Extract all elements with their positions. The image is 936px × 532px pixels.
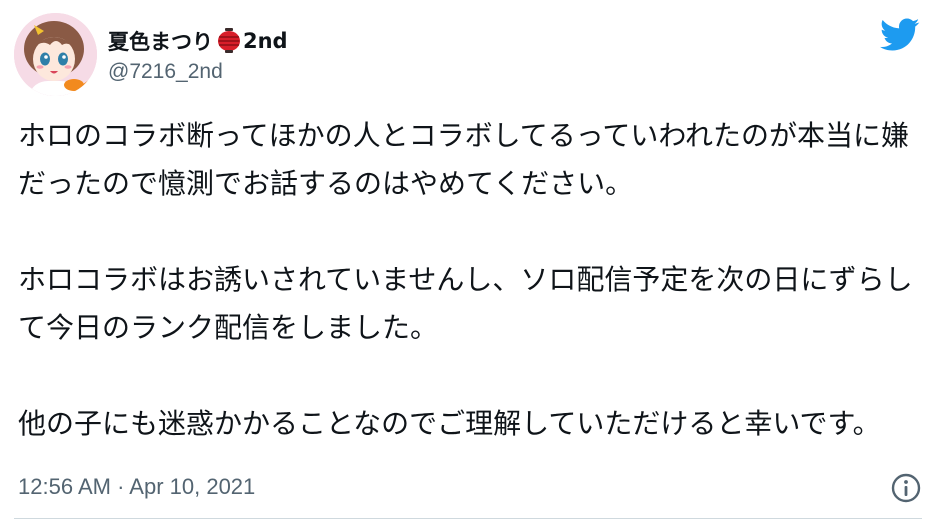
tweet-card: 夏色まつり 2nd @7216_2nd ホロのコラボ断ってほかの人とコラボしてる…: [0, 0, 936, 532]
tweet-timestamp[interactable]: 12:56 AM · Apr 10, 2021: [18, 474, 255, 500]
display-name-suffix: 2nd: [243, 29, 288, 53]
tweet-paragraph: 他の子にも迷惑かかることなのでご理解していただけると幸いです。: [18, 407, 881, 440]
info-icon[interactable]: [890, 472, 922, 504]
tweet-paragraph: ホロコラボはお誘いされていませんし、ソロ配信予定を次の日にずらして今日のランク配…: [18, 263, 913, 344]
twitter-bird-icon[interactable]: [880, 18, 920, 52]
display-name-row[interactable]: 夏色まつり 2nd: [108, 26, 288, 56]
divider: [14, 518, 922, 519]
avatar[interactable]: [14, 13, 97, 96]
tweet-body: ホロのコラボ断ってほかの人とコラボしてるっていわれたのが本当に嫌だったので憶測で…: [18, 112, 923, 448]
tweet-paragraph: ホロのコラボ断ってほかの人とコラボしてるっていわれたのが本当に嫌だったので憶測で…: [18, 119, 909, 200]
red-paper-lantern-icon: [217, 28, 241, 54]
avatar-illustration: [14, 13, 97, 96]
display-name: 夏色まつり: [108, 30, 213, 54]
user-handle[interactable]: @7216_2nd: [108, 60, 223, 84]
